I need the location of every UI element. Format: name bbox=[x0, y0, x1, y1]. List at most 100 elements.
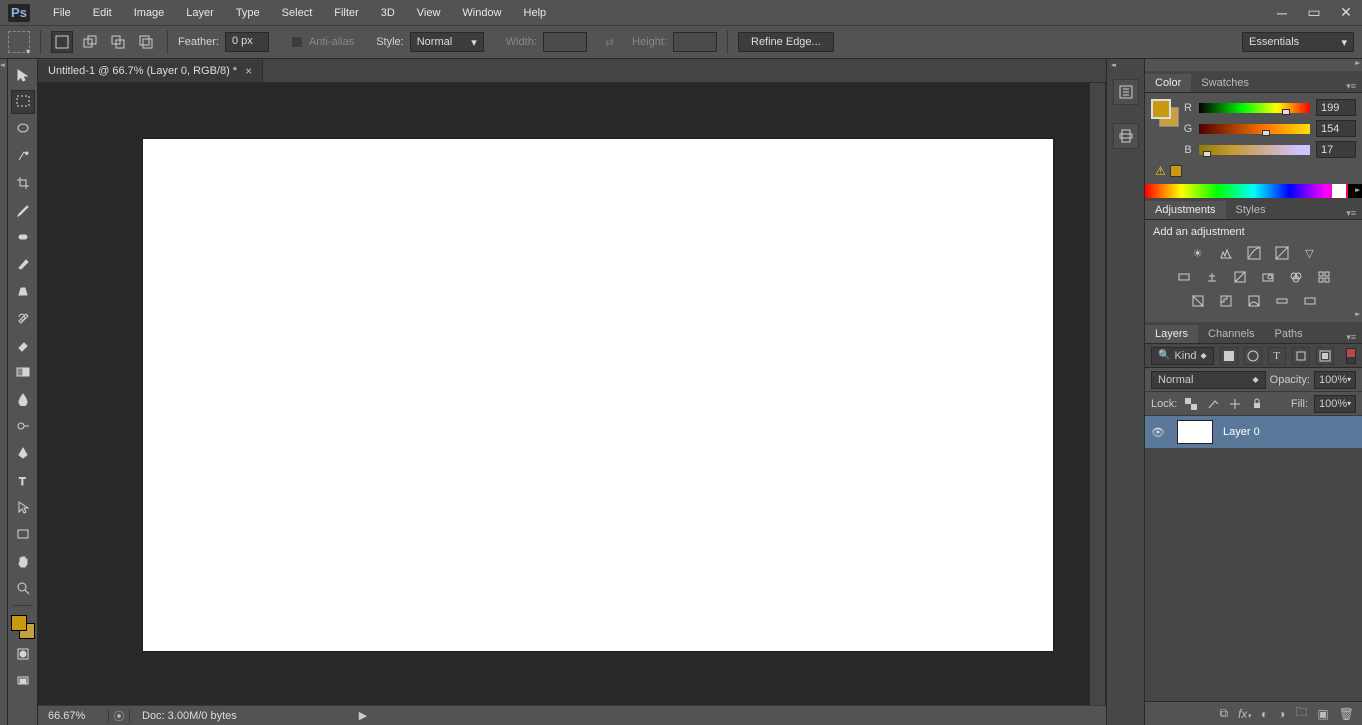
color-panel-menu-icon[interactable]: ▾≡ bbox=[1340, 81, 1362, 92]
feather-input[interactable]: 0 px bbox=[225, 32, 269, 52]
fill-input[interactable]: 100%▾ bbox=[1314, 395, 1356, 413]
tab-adjustments[interactable]: Adjustments bbox=[1145, 201, 1226, 219]
quick-mask-tool[interactable] bbox=[11, 642, 35, 666]
status-expand-icon[interactable]: ⦿ bbox=[109, 708, 129, 724]
color-balance-icon[interactable] bbox=[1203, 268, 1221, 286]
tab-swatches[interactable]: Swatches bbox=[1191, 74, 1259, 92]
photo-filter-icon[interactable] bbox=[1259, 268, 1277, 286]
adjustments-panel-menu-icon[interactable]: ▾≡ bbox=[1340, 208, 1362, 219]
black-white-icon[interactable] bbox=[1231, 268, 1249, 286]
workspace-selector[interactable]: Essentials▾ bbox=[1242, 32, 1354, 52]
zoom-tool[interactable] bbox=[11, 576, 35, 600]
lock-position-icon[interactable] bbox=[1227, 396, 1243, 412]
selection-intersect-icon[interactable] bbox=[135, 31, 157, 53]
invert-icon[interactable] bbox=[1189, 292, 1207, 310]
menu-window[interactable]: Window bbox=[451, 3, 512, 23]
filter-type-icon[interactable]: T bbox=[1268, 347, 1286, 365]
b-value[interactable]: 17 bbox=[1316, 141, 1356, 158]
g-value[interactable]: 154 bbox=[1316, 120, 1356, 137]
lasso-tool[interactable] bbox=[11, 117, 35, 141]
blend-mode-select[interactable]: Normal◆ bbox=[1151, 371, 1266, 389]
quick-selection-tool[interactable] bbox=[11, 144, 35, 168]
hue-saturation-icon[interactable] bbox=[1175, 268, 1193, 286]
swap-wh-icon[interactable]: ⇄ bbox=[605, 36, 614, 49]
filter-pixel-icon[interactable] bbox=[1220, 347, 1238, 365]
posterize-icon[interactable] bbox=[1217, 292, 1235, 310]
exposure-icon[interactable] bbox=[1273, 244, 1291, 262]
threshold-icon[interactable] bbox=[1245, 292, 1263, 310]
menu-file[interactable]: File bbox=[42, 3, 82, 23]
tab-channels[interactable]: Channels bbox=[1198, 325, 1264, 343]
crop-tool[interactable] bbox=[11, 171, 35, 195]
close-button[interactable]: ✕ bbox=[1330, 3, 1362, 23]
gradient-map-icon[interactable] bbox=[1273, 292, 1291, 310]
r-value[interactable]: 199 bbox=[1316, 99, 1356, 116]
style-select[interactable]: Normal▾ bbox=[410, 32, 484, 52]
properties-panel-icon[interactable] bbox=[1113, 123, 1139, 149]
layer-name[interactable]: Layer 0 bbox=[1223, 426, 1260, 438]
foreground-color-swatch[interactable] bbox=[11, 615, 27, 631]
menu-edit[interactable]: Edit bbox=[82, 3, 123, 23]
layer-thumbnail[interactable] bbox=[1177, 420, 1213, 444]
filter-adjustment-icon[interactable] bbox=[1244, 347, 1262, 365]
healing-brush-tool[interactable] bbox=[11, 225, 35, 249]
canvas[interactable] bbox=[143, 139, 1053, 651]
doc-info[interactable]: Doc: 3.00M/0 bytes bbox=[130, 710, 249, 722]
selection-new-icon[interactable] bbox=[51, 31, 73, 53]
eraser-tool[interactable] bbox=[11, 333, 35, 357]
rectangle-tool[interactable] bbox=[11, 522, 35, 546]
gradient-tool[interactable] bbox=[11, 360, 35, 384]
minimize-button[interactable]: ─ bbox=[1266, 3, 1298, 23]
lock-all-icon[interactable] bbox=[1249, 396, 1265, 412]
color-panel-swatches[interactable] bbox=[1151, 99, 1179, 127]
brush-tool[interactable] bbox=[11, 252, 35, 276]
hand-tool[interactable] bbox=[11, 549, 35, 573]
status-play-icon[interactable]: ▶ bbox=[359, 709, 367, 722]
brightness-contrast-icon[interactable]: ☀ bbox=[1189, 244, 1207, 262]
gamut-swatch[interactable] bbox=[1170, 165, 1182, 177]
move-tool[interactable] bbox=[11, 63, 35, 87]
opacity-input[interactable]: 100%▾ bbox=[1314, 371, 1356, 389]
tab-layers[interactable]: Layers bbox=[1145, 325, 1198, 343]
close-tab-icon[interactable]: × bbox=[245, 64, 252, 78]
layer-row[interactable]: 👁 Layer 0 bbox=[1145, 416, 1362, 448]
lock-image-icon[interactable] bbox=[1205, 396, 1221, 412]
pen-tool[interactable] bbox=[11, 441, 35, 465]
type-tool[interactable]: T bbox=[11, 468, 35, 492]
menu-layer[interactable]: Layer bbox=[175, 3, 225, 23]
anti-alias-checkbox[interactable] bbox=[291, 36, 303, 48]
eyedropper-tool[interactable] bbox=[11, 198, 35, 222]
levels-icon[interactable] bbox=[1217, 244, 1235, 262]
tab-paths[interactable]: Paths bbox=[1265, 325, 1313, 343]
color-lookup-icon[interactable] bbox=[1315, 268, 1333, 286]
menu-3d[interactable]: 3D bbox=[370, 3, 406, 23]
layers-panel-menu-icon[interactable]: ▾≡ bbox=[1340, 332, 1362, 343]
tab-styles[interactable]: Styles bbox=[1226, 201, 1276, 219]
lock-transparency-icon[interactable] bbox=[1183, 396, 1199, 412]
menu-image[interactable]: Image bbox=[123, 3, 176, 23]
maximize-button[interactable]: ▭ bbox=[1298, 3, 1330, 23]
delete-layer-icon[interactable]: 🗑 bbox=[1339, 707, 1354, 721]
foreground-background-colors[interactable] bbox=[11, 615, 35, 639]
history-brush-tool[interactable] bbox=[11, 306, 35, 330]
g-slider[interactable] bbox=[1199, 124, 1310, 134]
curves-icon[interactable] bbox=[1245, 244, 1263, 262]
r-slider[interactable] bbox=[1199, 103, 1310, 113]
menu-select[interactable]: Select bbox=[271, 3, 324, 23]
color-spectrum[interactable] bbox=[1145, 184, 1362, 198]
menu-help[interactable]: Help bbox=[513, 3, 558, 23]
selection-add-icon[interactable] bbox=[79, 31, 101, 53]
vibrance-icon[interactable]: ▽ bbox=[1301, 244, 1319, 262]
menu-view[interactable]: View bbox=[406, 3, 452, 23]
filter-shape-icon[interactable] bbox=[1292, 347, 1310, 365]
selection-subtract-icon[interactable] bbox=[107, 31, 129, 53]
b-slider[interactable] bbox=[1199, 145, 1310, 155]
link-layers-icon[interactable]: ⧉ bbox=[1219, 706, 1228, 721]
refine-edge-button[interactable]: Refine Edge... bbox=[738, 32, 834, 52]
left-expand-strip[interactable] bbox=[0, 59, 8, 725]
layer-visibility-icon[interactable]: 👁 bbox=[1151, 426, 1167, 439]
path-selection-tool[interactable] bbox=[11, 495, 35, 519]
history-panel-icon[interactable] bbox=[1113, 79, 1139, 105]
zoom-level[interactable]: 66.67% bbox=[38, 710, 108, 722]
filter-toggle[interactable] bbox=[1346, 348, 1356, 364]
